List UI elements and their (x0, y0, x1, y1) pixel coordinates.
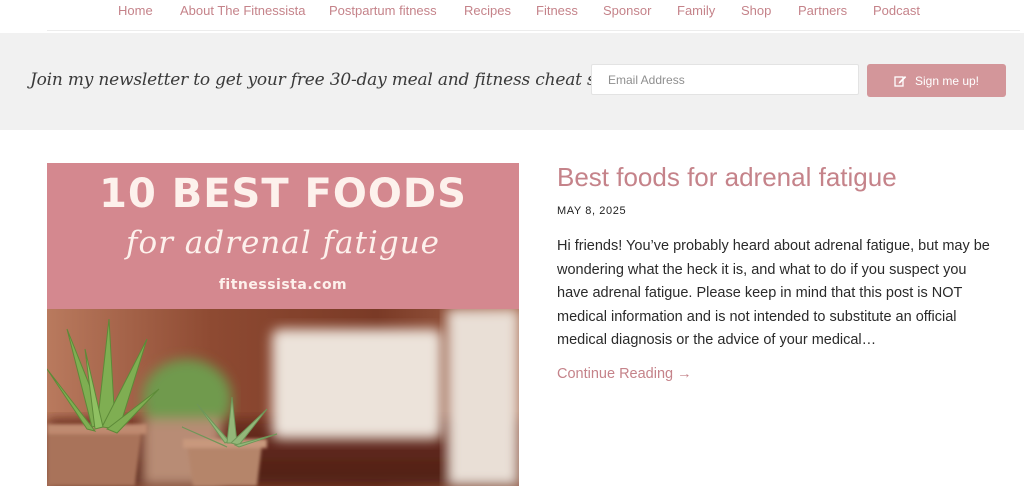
nav-family[interactable]: Family (677, 3, 715, 18)
post-date: MAY 8, 2025 (557, 205, 627, 217)
post-title[interactable]: Best foods for adrenal fatigue (557, 162, 897, 193)
edit-icon (894, 74, 907, 87)
nav-fitness[interactable]: Fitness (536, 3, 578, 18)
image-script-text: for adrenal fatigue (126, 225, 440, 261)
nav-home[interactable]: Home (118, 3, 153, 18)
post-excerpt: Hi friends! You’ve probably heard about … (557, 238, 990, 348)
email-field[interactable] (591, 64, 859, 95)
newsletter-band: Join my newsletter to get your free 30-d… (0, 33, 1024, 130)
sign-up-label: Sign me up! (914, 73, 980, 88)
nav-recipes[interactable]: Recipes (464, 3, 511, 18)
newsletter-text: Join my newsletter to get your free 30-d… (30, 70, 640, 90)
image-title-panel: 10 BEST FOODS for adrenal fatigue fitnes… (47, 163, 519, 309)
nav-podcast[interactable]: Podcast (873, 3, 920, 18)
post-featured-image[interactable]: 10 BEST FOODS for adrenal fatigue fitnes… (47, 163, 519, 486)
nav-about[interactable]: About The Fitnessista (180, 3, 306, 18)
image-headline: 10 BEST FOODS (99, 171, 467, 217)
image-site-text: fitnessista.com (218, 277, 348, 293)
nav-postpartum-fitness[interactable]: Postpartum fitness (329, 3, 437, 18)
continue-reading-link[interactable]: Continue Reading → (557, 366, 692, 382)
nav-sponsor[interactable]: Sponsor (603, 3, 651, 18)
sign-up-button[interactable]: Sign me up! (867, 64, 1006, 97)
top-nav: Home About The Fitnessista Postpartum fi… (0, 0, 1024, 24)
succulents-photo (47, 309, 519, 486)
nav-divider (47, 30, 1020, 31)
nav-partners[interactable]: Partners (798, 3, 847, 18)
nav-shop[interactable]: Shop (741, 3, 771, 18)
